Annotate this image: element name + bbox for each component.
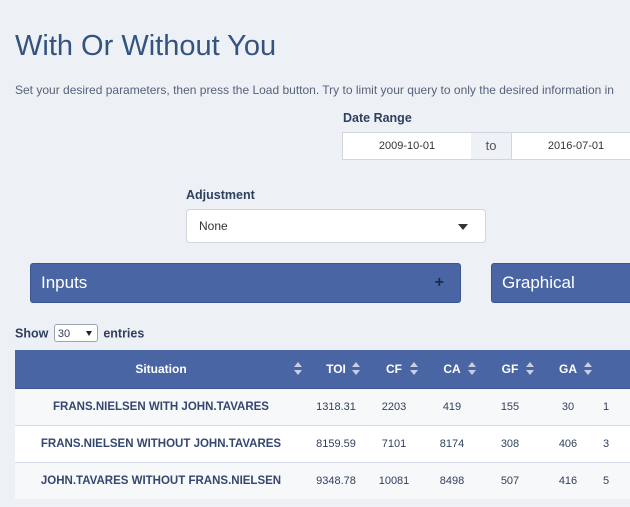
cell-situation: FRANS.NIELSEN WITH JOHN.TAVARES bbox=[15, 388, 307, 426]
inputs-panel-header[interactable]: Inputs + bbox=[30, 263, 461, 303]
sort-icon bbox=[584, 362, 592, 376]
cell-toi: 9348.78 bbox=[307, 462, 365, 499]
plus-icon[interactable]: + bbox=[435, 264, 444, 302]
entries-label: entries bbox=[103, 326, 145, 341]
cell-toi: 8159.59 bbox=[307, 425, 365, 463]
entries-control: Show 30 entries bbox=[15, 324, 145, 343]
column-header-ca[interactable]: CA bbox=[423, 350, 481, 389]
cell-gf: 155 bbox=[481, 388, 539, 426]
column-header-toi[interactable]: TOI bbox=[307, 350, 365, 389]
graphical-panel-header[interactable]: Graphical bbox=[491, 263, 630, 303]
sort-icon bbox=[468, 362, 476, 376]
start-date-input[interactable]: 2009-10-01 bbox=[342, 132, 472, 160]
column-header-ga[interactable]: GA bbox=[539, 350, 597, 389]
column-header-cf[interactable]: CF bbox=[365, 350, 423, 389]
cell-ca: 8174 bbox=[423, 425, 481, 463]
cell-cf: 7101 bbox=[365, 425, 423, 463]
results-table: Situation TOI CF CA GF GA FRANS.NIELSEN … bbox=[15, 350, 630, 499]
adjustment-label: Adjustment bbox=[186, 188, 255, 202]
chevron-down-icon bbox=[85, 331, 92, 336]
caret-down-icon bbox=[458, 224, 468, 230]
show-label: Show bbox=[15, 326, 49, 341]
table-row: FRANS.NIELSEN WITH JOHN.TAVARES 1318.31 … bbox=[15, 388, 630, 426]
cell-cf: 2203 bbox=[365, 388, 423, 426]
cell-ga: 416 bbox=[539, 462, 597, 499]
column-header-next[interactable] bbox=[597, 350, 630, 389]
table-row: FRANS.NIELSEN WITHOUT JOHN.TAVARES 8159.… bbox=[15, 425, 630, 463]
column-header-gf[interactable]: GF bbox=[481, 350, 539, 389]
entries-select[interactable]: 30 bbox=[53, 324, 98, 342]
sort-icon bbox=[526, 362, 534, 376]
cell-gf: 507 bbox=[481, 462, 539, 499]
table-row: JOHN.TAVARES WITHOUT FRANS.NIELSEN 9348.… bbox=[15, 462, 630, 499]
sort-icon bbox=[410, 362, 418, 376]
cell-gf: 308 bbox=[481, 425, 539, 463]
cell-situation: JOHN.TAVARES WITHOUT FRANS.NIELSEN bbox=[15, 462, 307, 499]
sort-icon bbox=[294, 362, 302, 376]
cell-situation: FRANS.NIELSEN WITHOUT JOHN.TAVARES bbox=[15, 425, 307, 463]
cell-ga: 406 bbox=[539, 425, 597, 463]
date-separator: to bbox=[471, 132, 511, 160]
cell-next: 3 bbox=[597, 425, 630, 463]
page-title: With Or Without You bbox=[15, 30, 277, 62]
inputs-panel-title: Inputs bbox=[41, 273, 88, 292]
instructions-text: Set your desired parameters, then press … bbox=[15, 83, 614, 97]
end-date-input[interactable]: 2016-07-01 bbox=[511, 132, 630, 160]
cell-cf: 10081 bbox=[365, 462, 423, 499]
adjustment-selected-value: None bbox=[199, 219, 228, 233]
cell-next: 5 bbox=[597, 462, 630, 499]
sort-icon bbox=[352, 362, 360, 376]
cell-next: 1 bbox=[597, 388, 630, 426]
graphical-panel-title: Graphical bbox=[502, 273, 575, 292]
cell-ga: 30 bbox=[539, 388, 597, 426]
entries-select-value: 30 bbox=[57, 328, 71, 340]
column-header-situation[interactable]: Situation bbox=[15, 350, 307, 389]
cell-ca: 419 bbox=[423, 388, 481, 426]
adjustment-select[interactable]: None bbox=[186, 209, 486, 243]
cell-ca: 8498 bbox=[423, 462, 481, 499]
table-header-row: Situation TOI CF CA GF GA bbox=[15, 350, 630, 389]
date-range-label: Date Range bbox=[343, 111, 412, 125]
cell-toi: 1318.31 bbox=[307, 388, 365, 426]
